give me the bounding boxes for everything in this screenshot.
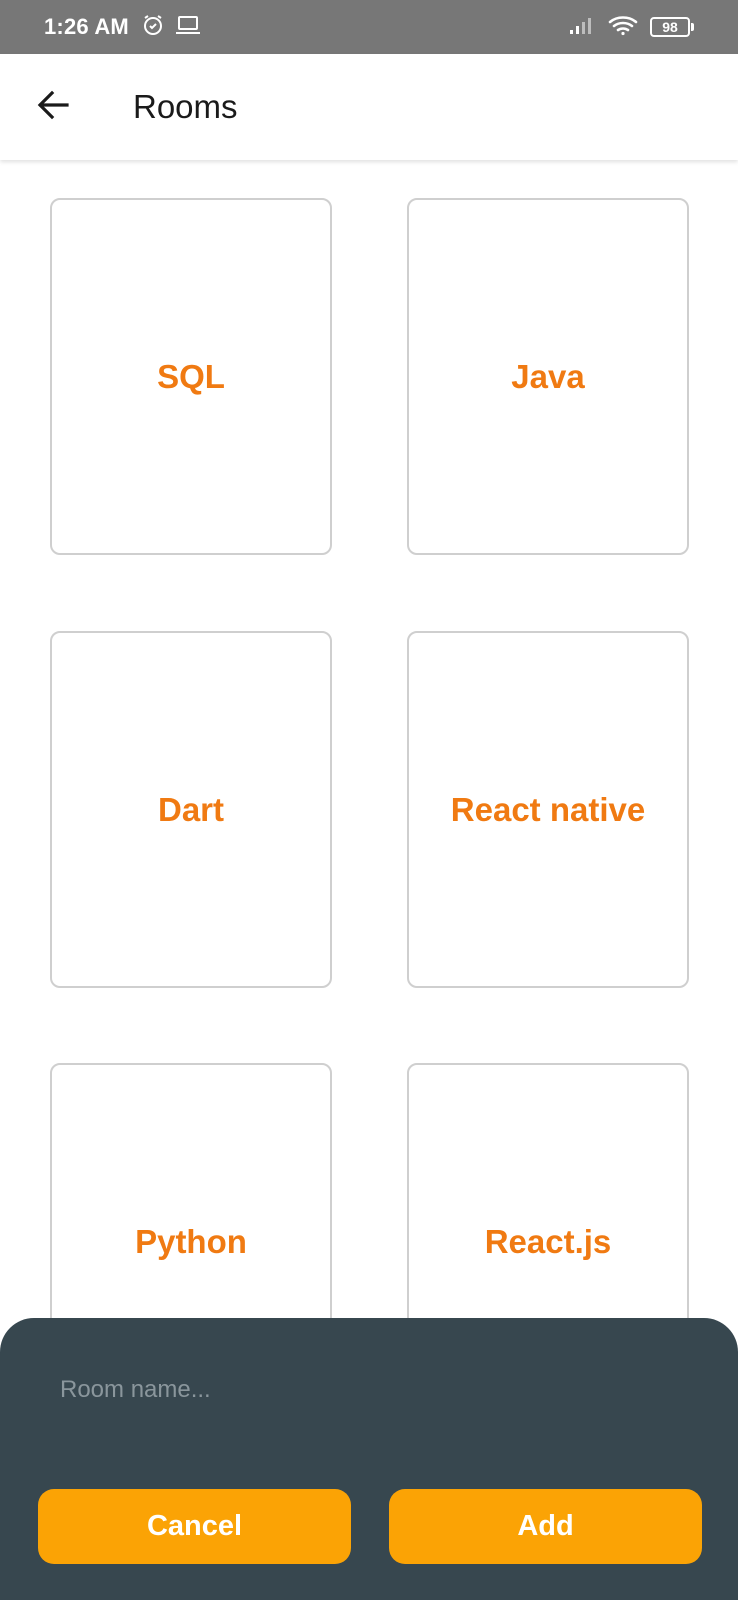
status-icons-right: 98 bbox=[568, 14, 694, 41]
battery-level: 98 bbox=[650, 17, 690, 37]
room-label: React native bbox=[450, 790, 646, 828]
battery-tip bbox=[691, 23, 694, 31]
room-card[interactable]: SQL bbox=[50, 198, 332, 555]
signal-icon bbox=[568, 15, 596, 40]
room-card[interactable]: React native bbox=[407, 631, 689, 988]
room-name-input[interactable] bbox=[60, 1368, 680, 1412]
status-bar: 1:26 AM 98 bbox=[0, 0, 738, 54]
alarm-icon bbox=[141, 13, 165, 42]
room-label: Python bbox=[135, 1222, 247, 1260]
back-button[interactable] bbox=[25, 79, 81, 135]
cancel-button[interactable]: Cancel bbox=[38, 1489, 351, 1564]
battery-icon: 98 bbox=[650, 17, 694, 37]
room-label: Dart bbox=[157, 790, 225, 828]
room-label: SQL bbox=[157, 357, 225, 395]
laptop-icon bbox=[175, 14, 201, 41]
add-button[interactable]: Add bbox=[389, 1489, 702, 1564]
status-time: 1:26 AM bbox=[44, 14, 129, 39]
page-title: Rooms bbox=[133, 88, 238, 125]
arrow-left-icon bbox=[36, 88, 70, 127]
room-label: React.js bbox=[484, 1222, 612, 1260]
wifi-icon bbox=[608, 14, 638, 41]
room-card[interactable]: Dart bbox=[50, 631, 332, 988]
room-label: Java bbox=[511, 357, 585, 395]
app-bar: Rooms bbox=[0, 54, 738, 160]
add-room-sheet: Cancel Add bbox=[0, 1318, 738, 1600]
status-icons-left bbox=[141, 13, 201, 42]
room-card[interactable]: Java bbox=[407, 198, 689, 555]
